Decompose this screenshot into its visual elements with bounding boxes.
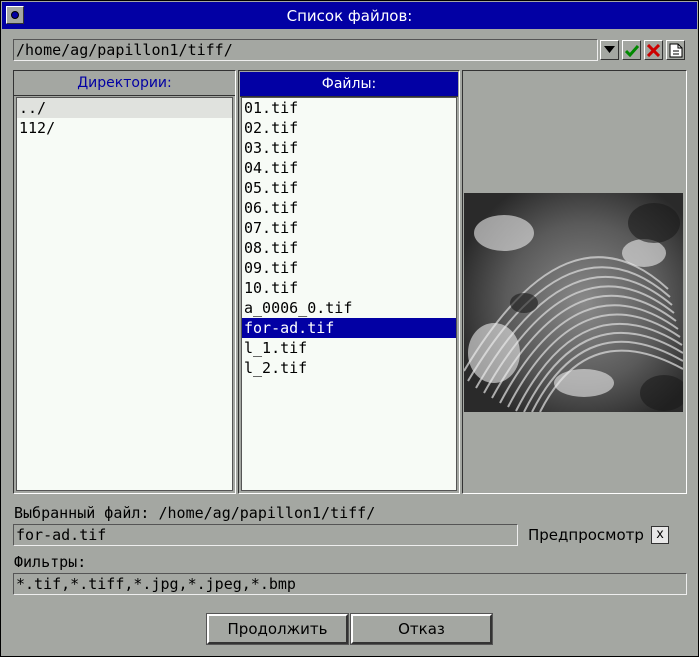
files-header: Файлы: [240, 72, 458, 97]
preview-checkbox[interactable]: x [651, 526, 669, 544]
directories-panel: Директории: ../ 112/ [13, 70, 236, 494]
file-dialog-window: Список файлов: /home/ag/papillon1/tiff/ … [0, 0, 699, 657]
directory-item[interactable]: ../ [17, 98, 232, 118]
file-item[interactable]: 06.tif [242, 198, 456, 218]
file-item[interactable]: 02.tif [242, 118, 456, 138]
filters-label: Фильтры: [14, 553, 87, 571]
window-menu-icon [11, 11, 19, 19]
path-input[interactable]: /home/ag/papillon1/tiff/ [13, 39, 598, 61]
file-item[interactable]: 07.tif [242, 218, 456, 238]
cancel-button[interactable]: Отказ [350, 613, 493, 645]
continue-button[interactable]: Продолжить [206, 613, 349, 645]
directories-list: ../ 112/ [16, 97, 233, 491]
ok-check-icon [624, 44, 639, 57]
filters-input[interactable]: *.tif,*.tiff,*.jpg,*.jpeg,*.bmp [13, 573, 687, 595]
file-item[interactable]: 05.tif [242, 178, 456, 198]
dropdown-arrow-icon [604, 46, 615, 53]
new-folder-button[interactable] [666, 40, 685, 60]
selected-file-label: Выбранный файл: /home/ag/papillon1/tiff/ [14, 504, 376, 522]
directory-item[interactable]: 112/ [17, 118, 232, 138]
file-item[interactable]: 04.tif [242, 158, 456, 178]
file-item[interactable]: l_1.tif [242, 338, 456, 358]
file-item[interactable]: a_0006_0.tif [242, 298, 456, 318]
window-title: Список файлов: [286, 6, 413, 25]
file-item[interactable]: 03.tif [242, 138, 456, 158]
preview-label: Предпросмотр [528, 526, 644, 544]
file-item[interactable]: 10.tif [242, 278, 456, 298]
files-panel: Файлы: 01.tif 02.tif 03.tif 04.tif 05.ti… [238, 70, 460, 494]
clear-path-button[interactable] [644, 40, 663, 60]
file-item[interactable]: 09.tif [242, 258, 456, 278]
new-file-icon [669, 43, 682, 57]
files-list: 01.tif 02.tif 03.tif 04.tif 05.tif 06.ti… [241, 97, 457, 491]
path-dropdown-button[interactable] [600, 40, 619, 60]
cancel-x-icon [647, 43, 660, 57]
window-menu-button[interactable] [6, 6, 24, 24]
directories-header: Директории: [14, 71, 235, 96]
file-item[interactable]: 08.tif [242, 238, 456, 258]
file-item-selected[interactable]: for-ad.tif [242, 318, 456, 338]
file-item[interactable]: 01.tif [242, 98, 456, 118]
title-bar: Список файлов: [2, 2, 697, 29]
fingerprint-preview-image [464, 193, 683, 412]
file-item[interactable]: l_2.tif [242, 358, 456, 378]
selected-file-input[interactable]: for-ad.tif [13, 524, 518, 546]
apply-path-button[interactable] [622, 40, 641, 60]
